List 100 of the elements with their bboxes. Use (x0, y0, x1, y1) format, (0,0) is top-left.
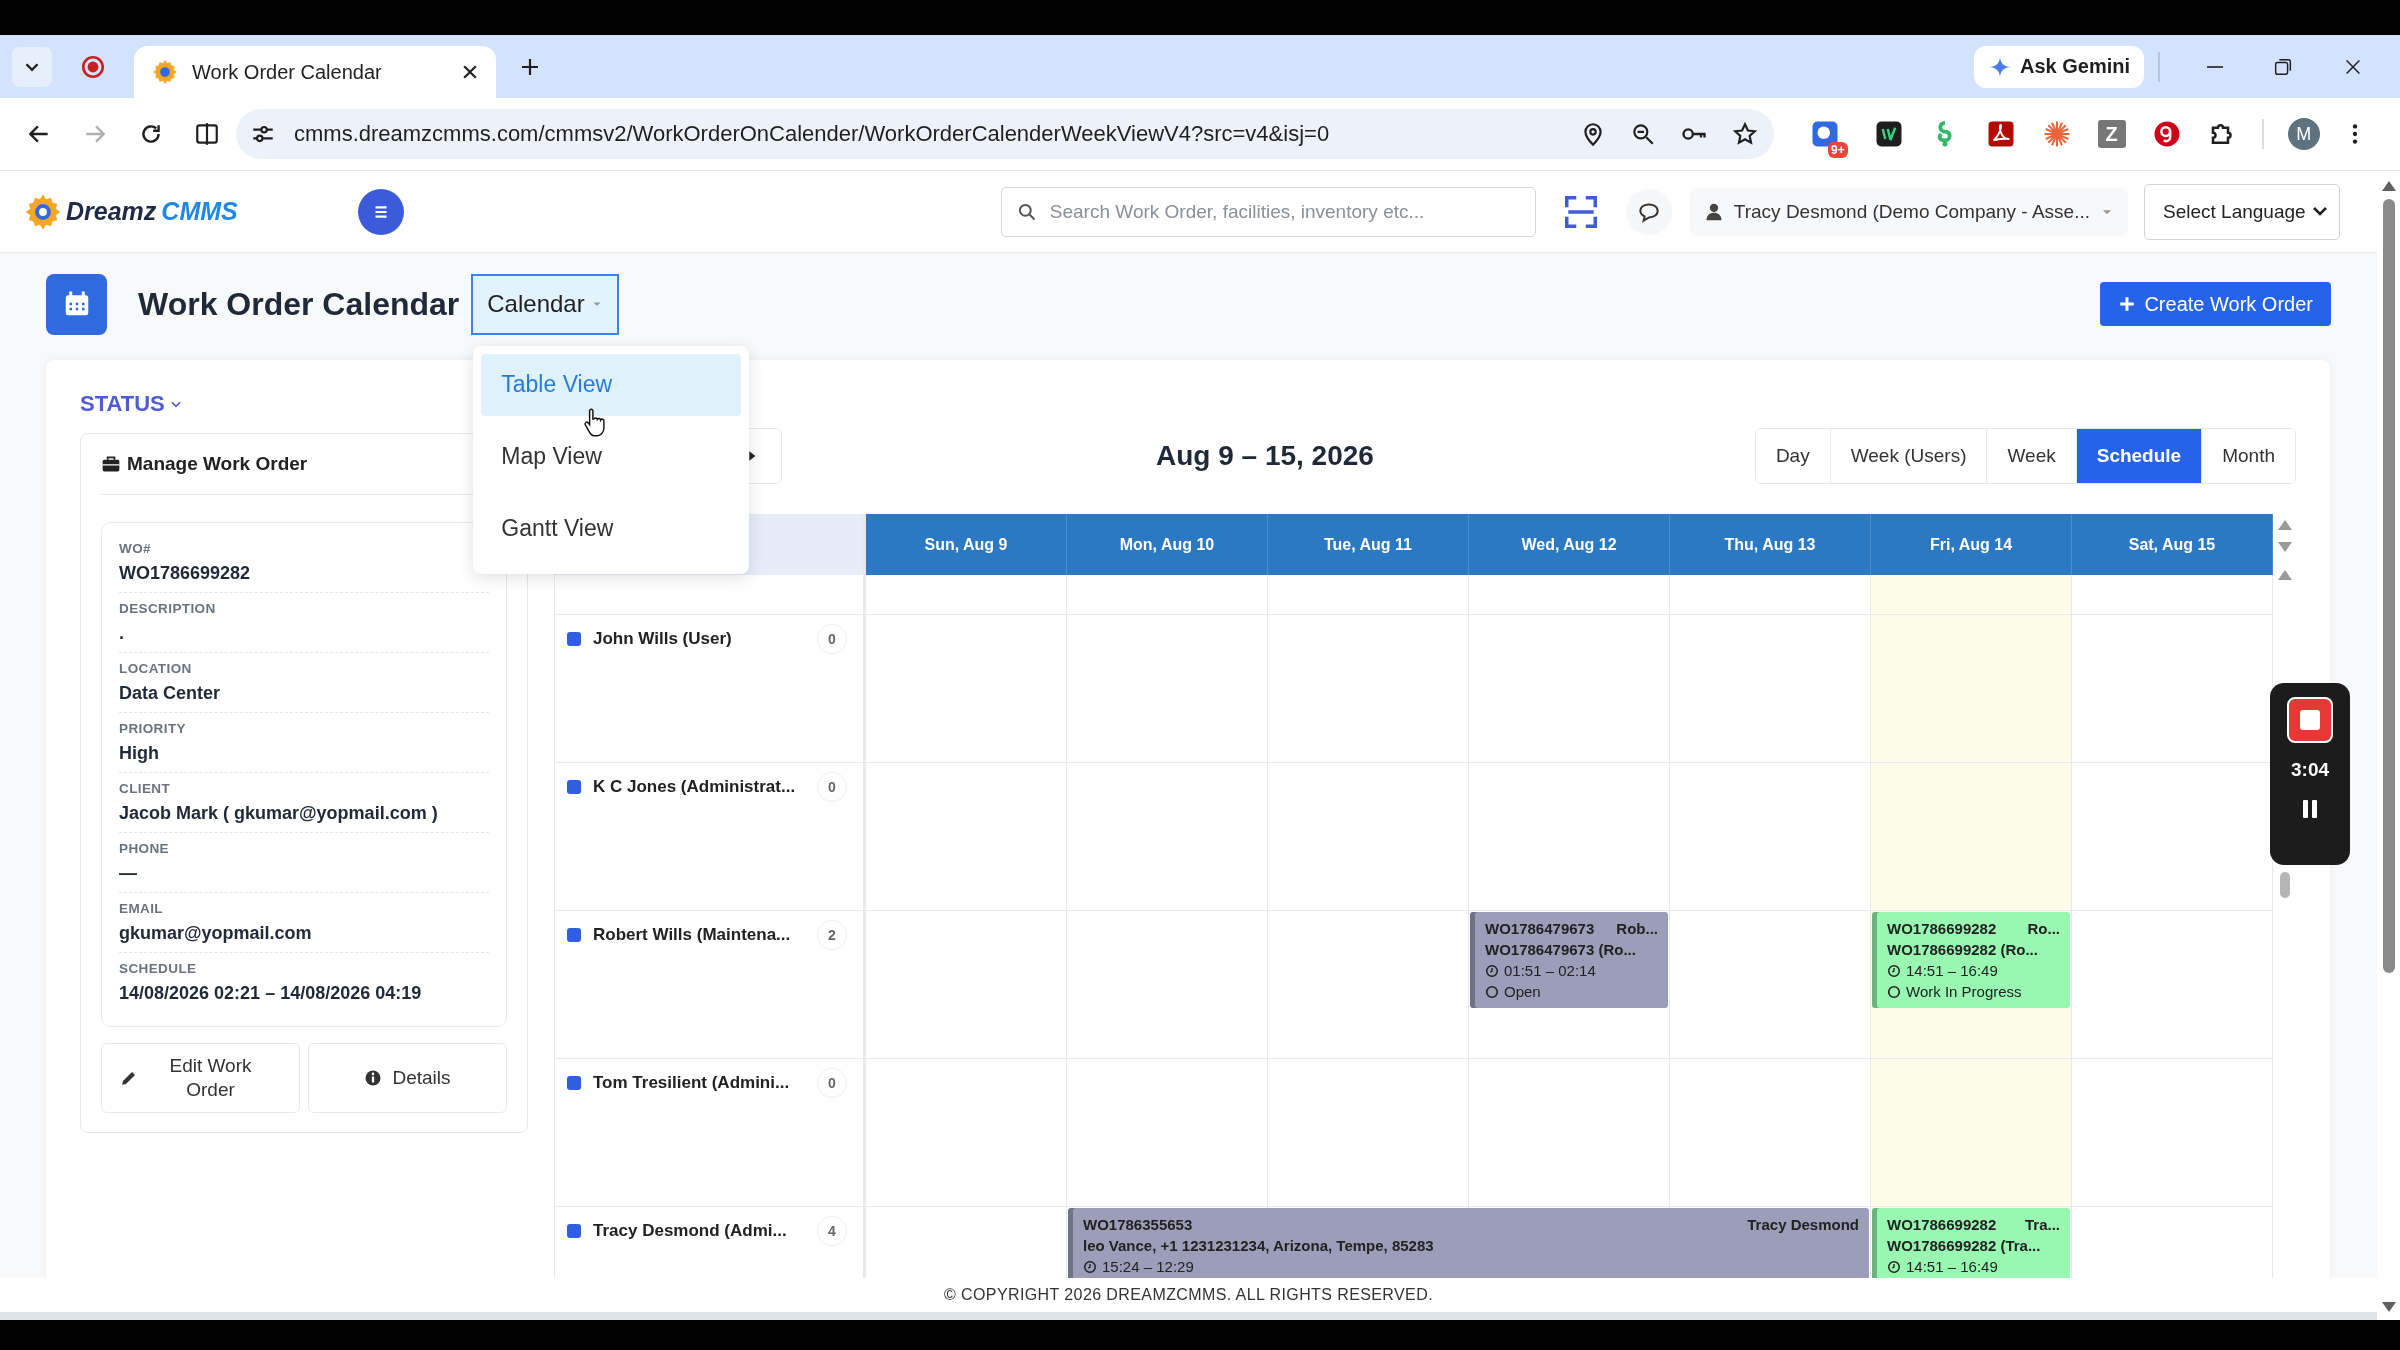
field-label: LOCATION (119, 661, 193, 677)
field-label: DESCRIPTION (119, 601, 217, 617)
tab-list-button[interactable] (12, 46, 52, 87)
field-value: — (119, 862, 138, 884)
gear-logo-icon (24, 192, 62, 231)
create-work-order-button[interactable]: Create Work Order (2100, 282, 2331, 326)
field-value: Data Center (119, 682, 222, 704)
browser-tab[interactable]: Work Order Calendar (134, 46, 496, 98)
pencil-icon (120, 1069, 138, 1087)
details-button[interactable]: Details (308, 1043, 507, 1113)
stop-icon (2300, 710, 2320, 730)
language-select[interactable]: Select Language (2144, 183, 2340, 240)
event-id: WO1786699282 (1887, 1215, 1997, 1235)
scroll-up-icon[interactable] (2277, 570, 2292, 580)
user-dropdown[interactable]: Tracy Desmond (Demo Company - Asse... (1689, 187, 2128, 236)
resource-name: Tom Tresilient (Admini... (593, 1073, 790, 1093)
field-value: Jacob Mark ( gkumar@yopmail.com ) (119, 802, 439, 824)
stop-button[interactable] (2287, 697, 2333, 743)
menu-item[interactable]: Gantt View (481, 497, 742, 560)
view-dropdown-button[interactable]: Calendar (471, 273, 619, 335)
resource-marker-icon (567, 780, 581, 794)
resource-marker-icon (567, 928, 581, 942)
work-order-event[interactable]: WO1786355653 Tracy Desmond leo Vance, +1 1231231234, Arizona, Tempe, 85283 15:24 – 12:29 (1068, 1208, 1869, 1278)
clock-icon (1887, 1259, 1901, 1274)
extension-icon[interactable]: Z (2097, 120, 2126, 148)
day-header: Mon, Aug 10 (1067, 514, 1268, 575)
field-label: SCHEDULE (119, 961, 198, 977)
scroll-up-icon[interactable] (2381, 181, 2396, 191)
event-time: 14:51 – 16:49 (1906, 1257, 1998, 1277)
date-range-title: Aug 9 – 15, 2026 (1156, 440, 1374, 472)
event-title: Tracy Desmond (1747, 1215, 1859, 1235)
field-value: 14/08/2026 02:21 – 14/08/2026 04:19 (119, 982, 423, 1004)
resource-name: Robert Wills (Maintena... (593, 925, 791, 945)
search-field[interactable]: Search Work Order, facilities, inventory etc... (1000, 186, 1536, 237)
field-label: PRIORITY (119, 721, 187, 737)
resource-name: John Wills (User) (593, 629, 732, 649)
scroll-thumb[interactable] (2279, 872, 2290, 898)
event-status: Work In Progress (1906, 982, 2022, 1002)
scroll-up-icon[interactable] (2277, 520, 2292, 530)
resource-marker-icon (567, 1076, 581, 1090)
day-header: Sun, Aug 9 (866, 514, 1067, 575)
work-order-event[interactable]: WO1786699282 Tra... WO1786699282 (Tra... 14:51 – 16:49 (1872, 1208, 2070, 1278)
event-subtitle: WO1786479673 (Ro... (1485, 940, 1637, 960)
work-order-event[interactable]: WO1786699282 Ro... WO1786699282 (Ro... 14:51 – 16:49 Work In Progress (1872, 912, 2070, 1008)
copyright-text: © COPYRIGHT 2026 DREAMZCMMS. ALL RIGHTS RESERVED. (0, 1278, 2377, 1312)
event-time: 15:24 – 12:29 (1102, 1257, 1194, 1277)
field-label: PHONE (119, 841, 170, 857)
event-id: WO1786699282 (1887, 919, 1997, 939)
day-header: Wed, Aug 12 (1469, 514, 1670, 575)
plus-icon (2118, 295, 2137, 313)
page-title: Work Order Calendar (138, 285, 460, 323)
event-title: Ro... (2027, 919, 2060, 939)
gear-icon (152, 59, 178, 85)
field-value: . (119, 622, 125, 644)
status-circle-icon (1485, 984, 1499, 999)
bookmark-star-icon[interactable] (1732, 121, 1758, 147)
field-label: WO# (119, 541, 152, 557)
menu-item[interactable]: Map View (481, 425, 742, 488)
search-icon (1016, 201, 1037, 222)
view-tab[interactable]: Schedule (2075, 429, 2202, 483)
chevron-down-icon (2313, 207, 2327, 216)
event-subtitle: WO1786699282 (Ro... (1887, 940, 2039, 960)
resource-name: Tracy Desmond (Admi... (593, 1221, 787, 1241)
notification-badge: 9+ (1828, 142, 1848, 158)
view-tab[interactable]: Month (2201, 429, 2295, 483)
hand-cursor-icon (583, 407, 606, 437)
status-filter[interactable]: STATUS (80, 390, 183, 418)
minimize-icon (2206, 65, 2224, 68)
field-label: EMAIL (119, 901, 164, 917)
record-icon (80, 53, 106, 80)
day-header: Sat, Aug 15 (2072, 514, 2273, 575)
profile-avatar[interactable]: M (2287, 118, 2320, 150)
menu-item[interactable]: Table View (481, 353, 742, 416)
ask-gemini-button[interactable]: Ask Gemini (1973, 45, 2144, 88)
field-value: gkumar@yopmail.com (119, 922, 313, 944)
status-circle-icon (1887, 984, 1901, 999)
resource-name: K C Jones (Administrat... (593, 777, 796, 797)
event-subtitle: WO1786699282 (Tra... (1887, 1236, 2042, 1256)
edit-button[interactable]: Edit Work Order (101, 1043, 300, 1113)
work-order-event[interactable]: WO1786479673 Rob... WO1786479673 (Ro... 01:51 – 02:14 Open (1470, 912, 1668, 1008)
resource-marker-icon (567, 1224, 581, 1238)
scroll-thumb[interactable] (2382, 199, 2395, 973)
panel-title: Manage Work Order (127, 453, 308, 475)
day-header: Thu, Aug 13 (1670, 514, 1871, 575)
split-view-icon (194, 121, 220, 147)
extension-icon[interactable] (1873, 119, 1904, 149)
clock-icon (1485, 963, 1499, 978)
resource-marker-icon (567, 632, 581, 646)
event-id: WO1786479673 (1485, 919, 1595, 939)
event-time: 01:51 – 02:14 (1504, 961, 1596, 981)
field-label: CLIENT (119, 781, 172, 797)
field-value: WO1786699282 (119, 562, 252, 584)
scroll-down-icon[interactable] (2277, 542, 2292, 552)
event-time: 14:51 – 16:49 (1906, 961, 1998, 981)
event-subtitle: leo Vance, +1 1231231234, Arizona, Tempe, 85283 (1083, 1236, 1435, 1256)
clock-icon (1887, 963, 1901, 978)
clock-icon (1083, 1259, 1097, 1274)
event-title: Tra... (2024, 1215, 2060, 1235)
scroll-down-icon[interactable] (2381, 1302, 2396, 1312)
zoom-out-icon[interactable] (1630, 121, 1656, 147)
